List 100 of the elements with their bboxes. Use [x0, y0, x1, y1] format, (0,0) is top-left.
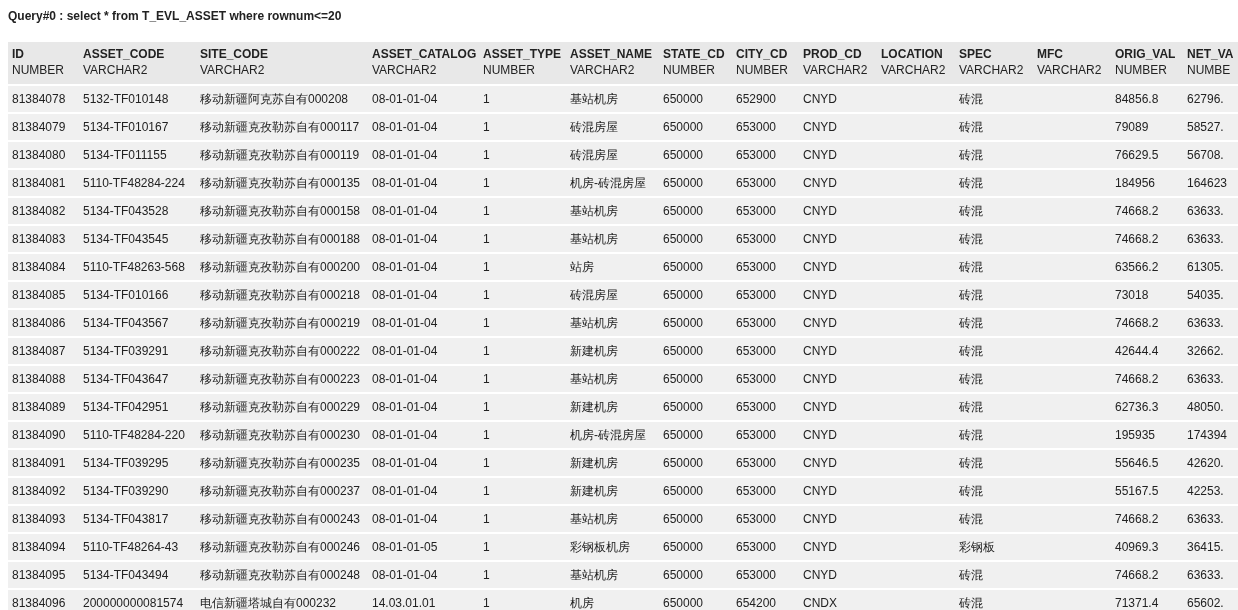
column-type: NUMBER — [663, 62, 716, 78]
table-cell: CNYD — [803, 372, 837, 386]
table-cell: 74668.2 — [1115, 512, 1159, 526]
table-cell: 新建机房 — [570, 399, 618, 414]
table-cell: 200000000081574 — [83, 596, 184, 610]
table-cell: 81384082 — [12, 204, 66, 218]
table-cell: 砖混 — [959, 483, 983, 498]
table-cell: 653000 — [736, 568, 777, 582]
table-cell: 1 — [483, 92, 490, 106]
table-cell: CNYD — [803, 288, 837, 302]
table-cell: 63633. — [1187, 372, 1224, 386]
table-cell: 08-01-01-04 — [372, 428, 438, 442]
table-cell: 652900 — [736, 92, 777, 106]
table-cell: 08-01-01-04 — [372, 120, 438, 134]
table-cell: 移动新疆克孜勒苏自有000219 — [200, 315, 361, 330]
table-cell: 55167.5 — [1115, 484, 1159, 498]
table-cell: CNYD — [803, 344, 837, 358]
column-name: SPEC — [959, 46, 993, 62]
table-cell: 63566.2 — [1115, 260, 1159, 274]
table-cell: 电信新疆塔城自有000232 — [200, 595, 337, 610]
table-cell: 基站机房 — [570, 315, 618, 330]
table-cell: 移动新疆克孜勒苏自有000235 — [200, 455, 361, 470]
table-cell: 74668.2 — [1115, 372, 1159, 386]
table-cell: 1 — [483, 260, 490, 274]
table-cell: 基站机房 — [570, 371, 618, 386]
table-cell: 81384089 — [12, 400, 66, 414]
table-cell: 5134-TF043647 — [83, 372, 169, 386]
table-cell: CNYD — [803, 148, 837, 162]
column-type: NUMBER — [483, 62, 536, 78]
table-cell: 移动新疆克孜勒苏自有000188 — [200, 231, 361, 246]
table-cell: 650000 — [663, 456, 704, 470]
table-cell: 砖混 — [959, 455, 983, 470]
table-cell: 1 — [483, 400, 490, 414]
table-cell: 移动新疆克孜勒苏自有000243 — [200, 511, 361, 526]
table-cell: 14.03.01.01 — [372, 596, 436, 610]
table-cell: 650000 — [663, 400, 704, 414]
table-cell: 81384091 — [12, 456, 66, 470]
table-cell: 653000 — [736, 120, 777, 134]
table-cell: 653000 — [736, 484, 777, 498]
table-cell: 1 — [483, 456, 490, 470]
table-cell: CNYD — [803, 316, 837, 330]
table-cell: 移动新疆克孜勒苏自有000158 — [200, 203, 361, 218]
table-cell: 5134-TF039291 — [83, 344, 169, 358]
table-cell: 新建机房 — [570, 455, 618, 470]
table-cell: 5134-TF042951 — [83, 400, 169, 414]
table-cell: 基站机房 — [570, 203, 618, 218]
column-type: VARCHAR2 — [570, 62, 636, 78]
column-name: NET_VA — [1187, 46, 1235, 62]
column-name: ASSET_CODE — [83, 46, 166, 62]
table-cell: 650000 — [663, 344, 704, 358]
table-cell: 砖混房屋 — [570, 147, 618, 162]
table-cell: CNYD — [803, 400, 837, 414]
table-cell: 654200 — [736, 596, 777, 610]
table-cell: 81384095 — [12, 568, 66, 582]
table-cell: 08-01-01-04 — [372, 260, 438, 274]
table-cell: 650000 — [663, 204, 704, 218]
table-cell: 08-01-01-04 — [372, 288, 438, 302]
table-cell: 1 — [483, 484, 490, 498]
table-cell: 1 — [483, 176, 490, 190]
table-cell: 650000 — [663, 428, 704, 442]
table-cell: CNYD — [803, 232, 837, 246]
column-type: VARCHAR2 — [1037, 62, 1103, 78]
table-cell: 5134-TF043817 — [83, 512, 169, 526]
table-cell: 砖混 — [959, 427, 983, 442]
table-cell: 1 — [483, 372, 490, 386]
table-cell: 61305. — [1187, 260, 1224, 274]
table-cell: 653000 — [736, 512, 777, 526]
table-cell: 58527. — [1187, 120, 1224, 134]
table-cell: 08-01-01-04 — [372, 372, 438, 386]
table-cell: 砖混房屋 — [570, 287, 618, 302]
table-cell: 81384083 — [12, 232, 66, 246]
table-cell: 基站机房 — [570, 91, 618, 106]
table-cell: 砖混房屋 — [570, 119, 618, 134]
query-title: Query#0 : select * from T_EVL_ASSET where rownum<=20 — [8, 8, 343, 24]
table-cell: 08-01-01-04 — [372, 568, 438, 582]
table-cell: 71371.4 — [1115, 596, 1159, 610]
table-cell: CNYD — [803, 568, 837, 582]
table-cell: 1 — [483, 596, 490, 610]
table-cell: 653000 — [736, 372, 777, 386]
table-cell: 机房-砖混房屋 — [570, 427, 646, 442]
table-cell: 74668.2 — [1115, 568, 1159, 582]
table-cell: 1 — [483, 568, 490, 582]
column-name: CITY_CD — [736, 46, 789, 62]
table-cell: 81384086 — [12, 316, 66, 330]
table-cell: 1 — [483, 148, 490, 162]
table-cell: 砖混 — [959, 315, 983, 330]
table-cell: 新建机房 — [570, 343, 618, 358]
column-name: ORIG_VAL — [1115, 46, 1177, 62]
table-cell: 08-01-01-04 — [372, 512, 438, 526]
table-cell: CNYD — [803, 456, 837, 470]
column-name: SITE_CODE — [200, 46, 269, 62]
table-cell: 653000 — [736, 260, 777, 274]
table-cell: 73018 — [1115, 288, 1149, 302]
column-name: PROD_CD — [803, 46, 863, 62]
table-cell: 5134-TF043528 — [83, 204, 169, 218]
table-cell: 新建机房 — [570, 483, 618, 498]
table-cell: 74668.2 — [1115, 232, 1159, 246]
table-cell: 55646.5 — [1115, 456, 1159, 470]
table-cell: 移动新疆克孜勒苏自有000222 — [200, 343, 361, 358]
column-type: VARCHAR2 — [881, 62, 947, 78]
